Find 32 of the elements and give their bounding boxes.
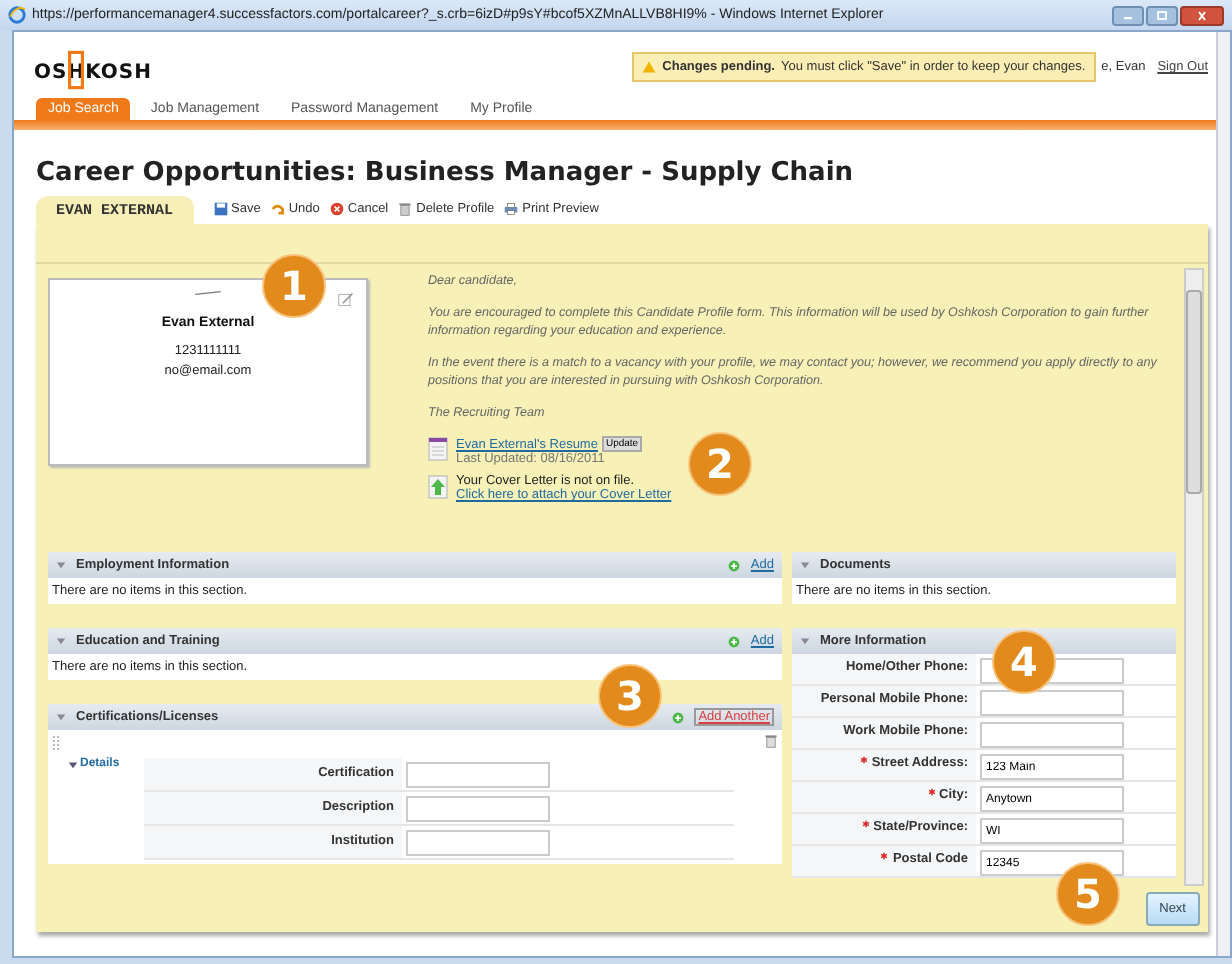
close-icon bbox=[1192, 9, 1212, 21]
maximize-button[interactable] bbox=[1146, 5, 1178, 25]
collapse-triangle-icon[interactable] bbox=[800, 560, 810, 570]
minimize-button[interactable] bbox=[1112, 5, 1144, 25]
browser-logo-icon bbox=[8, 6, 26, 24]
printer-icon bbox=[504, 202, 519, 216]
document-icon bbox=[428, 436, 448, 462]
browser-scrollbar[interactable] bbox=[1216, 32, 1230, 956]
add-icon bbox=[728, 559, 741, 571]
upload-arrow-icon bbox=[428, 474, 448, 500]
input-field[interactable] bbox=[980, 722, 1124, 748]
collapse-triangle-icon[interactable] bbox=[800, 636, 810, 646]
cancel-icon bbox=[329, 202, 344, 216]
input-field[interactable] bbox=[406, 796, 550, 822]
add-icon bbox=[672, 711, 685, 723]
drag-handle-icon[interactable] bbox=[52, 734, 60, 754]
scrollbar[interactable] bbox=[1184, 268, 1204, 886]
input-field[interactable] bbox=[980, 690, 1124, 716]
collapse-triangle-icon[interactable] bbox=[56, 636, 66, 646]
close-button[interactable] bbox=[1180, 5, 1224, 25]
trash-can-icon bbox=[398, 202, 413, 216]
trash-can-icon[interactable] bbox=[764, 734, 778, 748]
page-title: Career Opportunities: Business Manager - Supply Chain bbox=[36, 158, 856, 188]
collapse-triangle-icon[interactable] bbox=[56, 560, 66, 570]
expand-triangle-icon[interactable] bbox=[68, 760, 78, 770]
collapse-triangle-icon[interactable] bbox=[56, 712, 66, 722]
add-icon bbox=[728, 635, 741, 647]
edit-icon[interactable] bbox=[338, 292, 354, 308]
maximize-icon bbox=[1152, 9, 1172, 21]
input-field[interactable] bbox=[406, 762, 550, 788]
warning-icon bbox=[642, 60, 657, 74]
input-field[interactable] bbox=[406, 830, 550, 856]
